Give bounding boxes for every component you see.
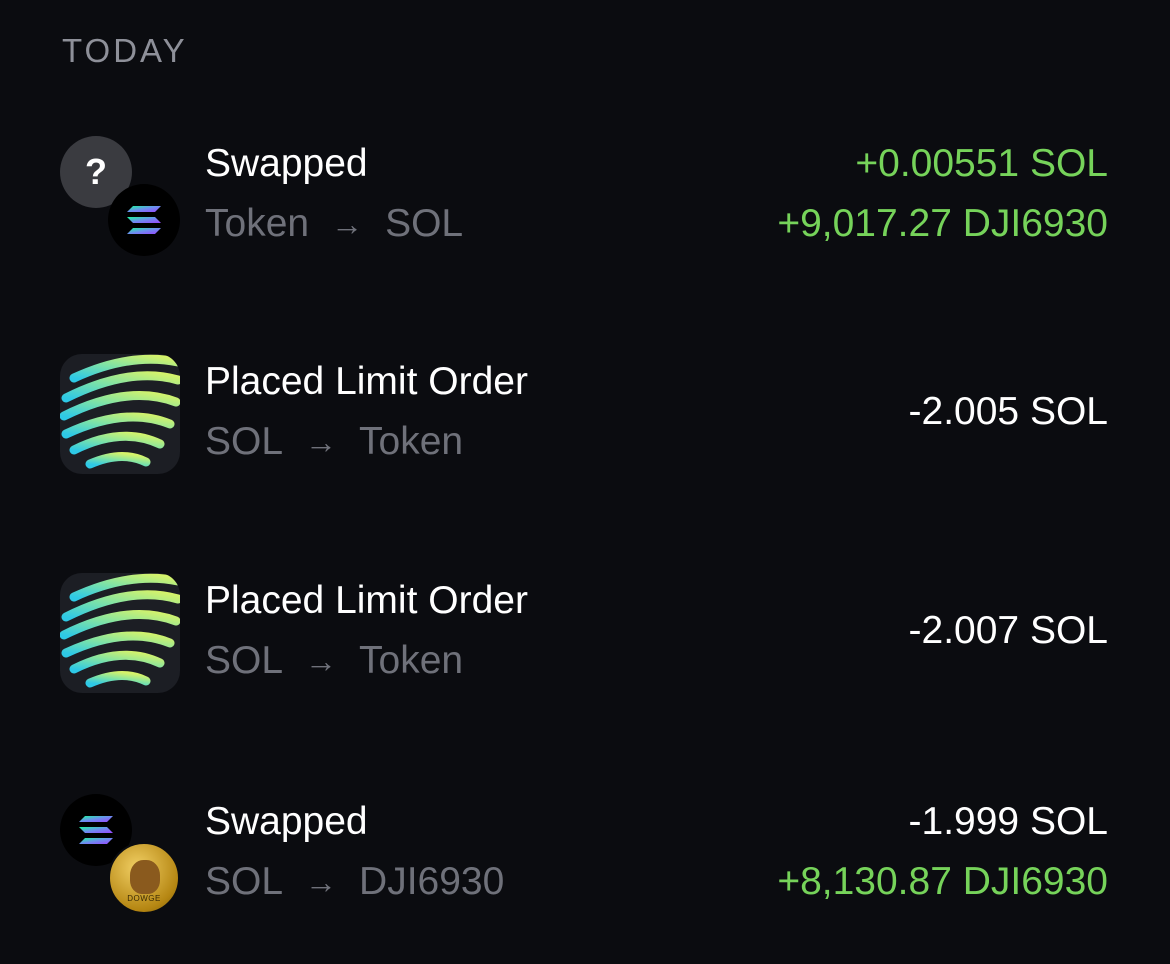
limit-order-app-icon <box>60 573 180 693</box>
transaction-route: SOL → Token <box>205 639 463 683</box>
transaction-icon <box>60 573 180 693</box>
transaction-title: Swapped <box>205 800 368 843</box>
section-title-today: TODAY <box>62 32 188 69</box>
transaction-row[interactable]: Placed Limit Order SOL → Token -2.005 SO… <box>0 354 1170 514</box>
arrow-right-icon: → <box>305 423 338 460</box>
route-from: SOL <box>205 639 284 682</box>
coin-label: DOWGE <box>127 894 161 903</box>
transaction-row[interactable]: DOWGE Swapped SOL → DJI6930 -1.999 SOL +… <box>0 794 1170 954</box>
transaction-row[interactable]: Placed Limit Order SOL → Token -2.007 SO… <box>0 573 1170 733</box>
transaction-title: Placed Limit Order <box>205 360 528 403</box>
transaction-route: SOL → Token <box>205 420 463 464</box>
amount-primary: -2.007 SOL <box>908 609 1108 652</box>
transaction-route: Token → SOL <box>205 202 463 246</box>
amount-primary: -2.005 SOL <box>908 390 1108 433</box>
transaction-title: Swapped <box>205 142 368 185</box>
transaction-icon: DOWGE <box>60 794 180 914</box>
route-to: SOL <box>385 202 464 245</box>
route-from: Token <box>205 202 310 245</box>
amount-primary: -1.999 SOL <box>908 800 1108 843</box>
transaction-icon: ? <box>60 136 180 256</box>
solana-icon <box>108 184 180 256</box>
route-to: Token <box>359 420 464 463</box>
route-from: SOL <box>205 860 284 903</box>
transaction-row[interactable]: ? Swapped Token → SOL +0.00551 SOL +9,01… <box>0 136 1170 296</box>
arrow-right-icon: → <box>305 863 338 900</box>
route-from: SOL <box>205 420 284 463</box>
dowge-coin-icon: DOWGE <box>108 842 180 914</box>
amount-primary: +0.00551 SOL <box>855 142 1108 185</box>
route-to: DJI6930 <box>359 860 505 903</box>
transaction-title: Placed Limit Order <box>205 579 528 622</box>
arrow-right-icon: → <box>305 642 338 679</box>
amount-secondary: +9,017.27 DJI6930 <box>777 202 1108 245</box>
transaction-icon <box>60 354 180 474</box>
transaction-route: SOL → DJI6930 <box>205 860 504 904</box>
arrow-right-icon: → <box>331 205 364 242</box>
amount-secondary: +8,130.87 DJI6930 <box>777 860 1108 903</box>
limit-order-app-icon <box>60 354 180 474</box>
route-to: Token <box>359 639 464 682</box>
